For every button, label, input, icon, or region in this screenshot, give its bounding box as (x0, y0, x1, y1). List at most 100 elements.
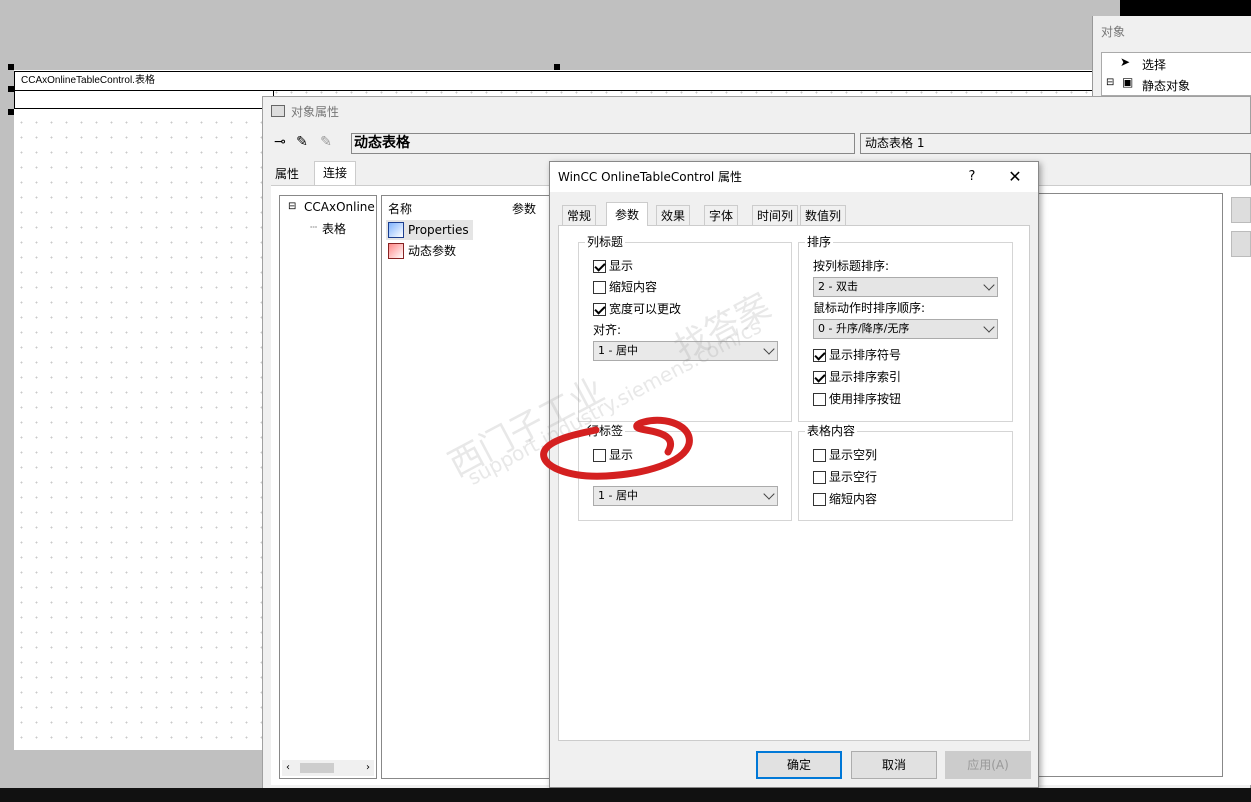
col-header-shorten-checkbox[interactable]: 缩短内容 (593, 280, 657, 294)
sort-by-header-select[interactable]: 2 - 双击 (813, 277, 998, 297)
table-row-strip (14, 91, 274, 109)
resize-handle-top[interactable] (554, 64, 560, 70)
col-name-header[interactable]: 名称 (388, 200, 412, 217)
sort-by-header-label: 按列标题排序: (813, 259, 890, 273)
close-icon[interactable]: ✕ (998, 162, 1032, 192)
scroll-thumb[interactable] (300, 763, 334, 773)
window-edge (1120, 0, 1251, 16)
tab-general[interactable]: 常规 (562, 205, 597, 225)
collapse-icon[interactable]: ⊟ (1106, 77, 1114, 88)
checkbox-label: 显示排序索引 (829, 370, 902, 384)
row-align-select[interactable]: 1 - 居中 (593, 486, 778, 506)
horizontal-scrollbar[interactable]: ‹ › (282, 760, 374, 776)
list-item-dynamic-params[interactable]: 动态参数 (386, 241, 460, 261)
select-value: 0 - 升序/降序/无序 (818, 322, 910, 335)
select-value: 1 - 居中 (598, 344, 638, 357)
object-tree-pane: ⊟ CCAxOnline ┄ 表格 ‹ › (279, 195, 377, 779)
resize-handle-tl[interactable] (8, 64, 14, 70)
object-palette-title: 对象 (1101, 25, 1126, 39)
cancel-button[interactable]: 取消 (851, 751, 937, 779)
tab-parameters[interactable]: 参数 (606, 202, 649, 226)
checkbox-label: 使用排序按钮 (829, 392, 902, 406)
static-object-icon: ▣ (1122, 75, 1134, 89)
checkbox-box (593, 260, 606, 273)
bottom-bar (0, 788, 1251, 802)
tree-child[interactable]: 表格 (322, 220, 346, 237)
checkbox-label: 显示排序符号 (829, 348, 902, 362)
chevron-down-icon (763, 343, 775, 355)
show-sort-index-checkbox[interactable]: 显示排序索引 (813, 370, 901, 384)
property-list-pane: 名称 参数 Properties 动态参数 (381, 195, 553, 779)
checkbox-box (813, 471, 826, 484)
chevron-down-icon (763, 488, 775, 500)
ok-button[interactable]: 确定 (756, 751, 842, 779)
properties-title-bar: 对象属性 (263, 97, 1250, 127)
scroll-left-icon[interactable]: ‹ (286, 760, 290, 776)
scroll-right-icon[interactable]: › (366, 760, 370, 776)
object-palette: 对象 ➤ 选择 ⊟ ▣ 静态对象 (1092, 16, 1251, 96)
property-detail-pane (1037, 193, 1223, 777)
show-empty-cols-checkbox[interactable]: 显示空列 (813, 448, 877, 462)
checkbox-box (813, 449, 826, 462)
resize-handle-left-upper[interactable] (8, 86, 14, 92)
checkbox-label: 缩短内容 (829, 492, 878, 506)
resize-handle-left[interactable] (8, 109, 14, 115)
show-empty-rows-checkbox[interactable]: 显示空行 (813, 470, 877, 484)
cursor-icon: ➤ (1120, 55, 1131, 69)
checkbox-label: 显示空列 (829, 448, 878, 462)
checkbox-box (813, 393, 826, 406)
pipette-icon[interactable]: ✎ (293, 133, 311, 151)
col-header-show-checkbox[interactable]: 显示 (593, 259, 633, 273)
col-align-select[interactable]: 1 - 居中 (593, 341, 778, 361)
content-shorten-checkbox[interactable]: 缩短内容 (813, 492, 877, 506)
annotation-stroke (540, 416, 693, 480)
tab-value-columns[interactable]: 数值列 (800, 205, 847, 225)
object-tree: ➤ 选择 ⊟ ▣ 静态对象 (1101, 52, 1251, 96)
select-value: 1 - 居中 (598, 489, 638, 502)
select-value: 2 - 双击 (818, 280, 858, 293)
checkbox-label: 显示空行 (829, 470, 878, 484)
checkbox-box (813, 493, 826, 506)
object-item-select[interactable]: 选择 (1142, 56, 1166, 73)
apply-button[interactable]: 应用(A) (945, 751, 1031, 779)
tab-fonts[interactable]: 字体 (704, 205, 739, 225)
sort-group-label: 排序 (805, 235, 834, 249)
object-item-static[interactable]: 静态对象 (1142, 77, 1190, 94)
checkbox-label: 显示 (609, 259, 634, 273)
side-button-1[interactable] (1231, 197, 1251, 223)
object-instance-field[interactable]: 动态表格 1 (860, 133, 1251, 154)
tree-connector: ┄ (310, 220, 318, 234)
tree-root[interactable]: CCAxOnline (304, 200, 375, 214)
chevron-down-icon (983, 279, 995, 291)
col-align-label: 对齐: (593, 323, 622, 337)
side-button-2[interactable] (1231, 231, 1251, 257)
use-sort-button-checkbox[interactable]: 使用排序按钮 (813, 392, 901, 406)
show-sort-symbol-checkbox[interactable]: 显示排序符号 (813, 348, 901, 362)
help-button[interactable]: ? (960, 162, 984, 192)
col-param-header[interactable]: 参数 (512, 200, 536, 217)
checkbox-box (593, 281, 606, 294)
table-header-label[interactable]: CCAxOnlineTableControl.表格 (14, 71, 1094, 91)
checkbox-box (813, 371, 826, 384)
tab-time-columns[interactable]: 时间列 (752, 205, 799, 225)
tab-connections[interactable]: 连接 (314, 161, 357, 185)
col-width-changeable-checkbox[interactable]: 宽度可以更改 (593, 302, 681, 316)
tree-collapse-icon[interactable]: ⊟ (288, 201, 296, 212)
column-header-group: 列标题 显示 缩短内容 宽度可以更改 对齐: 1 - 居中 (578, 235, 792, 422)
object-name-field: 动态表格 (351, 133, 855, 154)
chevron-down-icon (983, 321, 995, 333)
tab-properties[interactable]: 属性 (267, 163, 307, 185)
list-item-properties[interactable]: Properties (386, 220, 473, 240)
column-header-group-label: 列标题 (585, 235, 626, 249)
sort-group: 排序 按列标题排序: 2 - 双击 鼠标动作时排序顺序: 0 - 升序/降序/无… (798, 235, 1013, 422)
mouse-sort-order-label: 鼠标动作时排序顺序: (813, 301, 926, 315)
pipette-disabled-icon: ✎ (320, 134, 332, 150)
properties-title: 对象属性 (291, 105, 340, 119)
pin-icon[interactable]: ⊸ (271, 133, 289, 151)
mouse-sort-order-select[interactable]: 0 - 升序/降序/无序 (813, 319, 998, 339)
list-item-label: 动态参数 (408, 244, 457, 258)
checkbox-label: 宽度可以更改 (609, 302, 682, 316)
list-item-label: Properties (408, 223, 469, 237)
table-content-group: 表格内容 显示空列 显示空行 缩短内容 (798, 424, 1013, 521)
tab-effects[interactable]: 效果 (656, 205, 691, 225)
